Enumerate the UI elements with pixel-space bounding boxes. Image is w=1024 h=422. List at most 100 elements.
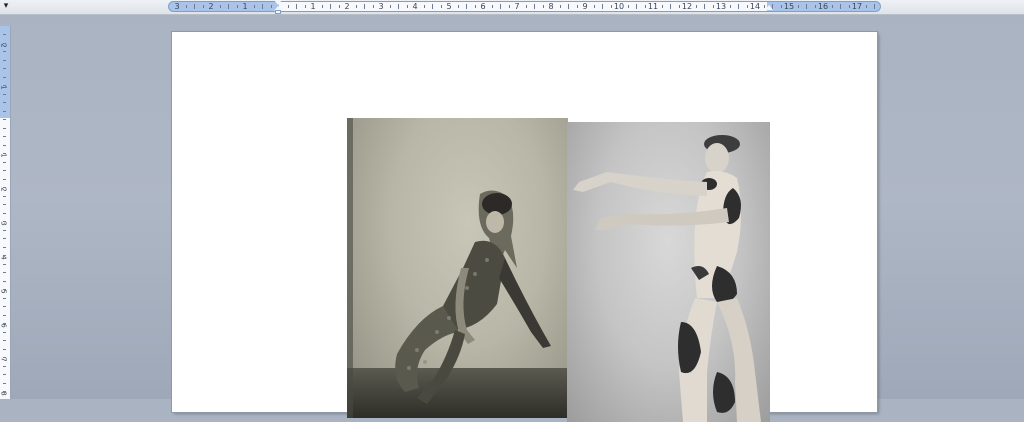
ruler-tick: [330, 4, 331, 9]
vertical-ruler-tick: [3, 213, 6, 214]
ruler-number: 2: [344, 2, 350, 11]
vertical-ruler-tick: [3, 170, 6, 171]
ruler-number: 16: [817, 2, 829, 11]
vertical-ruler-tick: [3, 264, 6, 265]
ruler-number: 3: [174, 2, 180, 11]
ruler-tick: [678, 5, 680, 8]
ruler-number: 8: [548, 2, 554, 11]
ruler-tick: [440, 5, 442, 8]
ruler-tick: [738, 4, 739, 9]
ruler-tick: [568, 4, 569, 9]
ruler-tick: [797, 5, 799, 8]
vertical-ruler-tick: [3, 43, 6, 44]
ruler-number: 11: [647, 2, 659, 11]
vertical-ruler-tick: [3, 119, 6, 120]
vertical-ruler-tick: [3, 85, 6, 86]
vertical-ruler-tick: [3, 298, 6, 299]
ruler-tick: [670, 4, 671, 9]
ruler-tick: [185, 5, 187, 8]
ruler-text-area: [279, 2, 767, 11]
right-indent-marker[interactable]: [765, 5, 773, 10]
ruler-tick: [746, 5, 748, 8]
ruler-tick: [712, 5, 714, 8]
vertical-ruler-tick: [3, 128, 6, 129]
ruler-number: 12: [681, 2, 693, 11]
ruler-tick: [338, 5, 340, 8]
vertical-ruler-tick: [3, 221, 6, 222]
vertical-ruler-tick: [3, 366, 6, 367]
vertical-ruler-tick: [3, 357, 6, 358]
vertical-ruler-tick: [3, 349, 6, 350]
ruler-tick: [304, 5, 306, 8]
ruler-tick: [534, 4, 535, 9]
ruler-tick: [806, 4, 807, 9]
vertical-ruler-tick: [3, 162, 6, 163]
ruler-tick: [525, 5, 527, 8]
document-page[interactable]: [172, 32, 877, 422]
ruler-tick: [542, 5, 544, 8]
vertical-ruler-tick: [3, 255, 6, 256]
ruler-tick: [253, 5, 255, 8]
ruler-tick: [780, 5, 782, 8]
ruler-number: 9: [582, 2, 588, 11]
ruler-tick: [202, 5, 204, 8]
vertical-ruler[interactable]: 2112345678: [0, 26, 11, 399]
vertical-ruler-tick: [3, 196, 6, 197]
ruler-tick: [474, 5, 476, 8]
ruler-tick: [296, 4, 297, 9]
first-line-indent-marker[interactable]: [274, 0, 282, 5]
ruler-number: 7: [514, 2, 520, 11]
ruler-tick: [219, 5, 221, 8]
vertical-ruler-tick: [3, 383, 6, 384]
ruler-number: 3: [378, 2, 384, 11]
ruler-tick: [364, 4, 365, 9]
vertical-ruler-tick: [3, 179, 6, 180]
left-indent-marker[interactable]: [275, 10, 281, 14]
vertical-ruler-tick: [3, 374, 6, 375]
ruler-tick: [831, 5, 833, 8]
ruler-tick: [389, 5, 391, 8]
ruler-tick: [262, 4, 263, 9]
horizontal-ruler-strip: ▾ 3 2 1 1 2 3 4 5 6 7 8 9 10 11 12 13 14 15 16 17: [0, 0, 1024, 15]
dancer-gesturing-photo[interactable]: [567, 122, 770, 422]
ruler-tick: [491, 5, 493, 8]
ruler-tick: [355, 5, 357, 8]
ruler-tick: [270, 5, 272, 8]
dancer-kneeling-figure: [347, 118, 568, 418]
ruler-number: 2: [208, 2, 214, 11]
ruler-tick: [610, 5, 612, 8]
vertical-ruler-tick: [3, 340, 6, 341]
ruler-tick: [432, 4, 433, 9]
vertical-ruler-tick: [3, 145, 6, 146]
vertical-ruler-tick: [3, 272, 6, 273]
ruler-tick: [865, 5, 867, 8]
ruler-number: 10: [613, 2, 625, 11]
ruler-tick: [508, 5, 510, 8]
ruler-tick: [695, 5, 697, 8]
ruler-tick: [321, 5, 323, 8]
dancer-kneeling-photo[interactable]: [347, 118, 568, 418]
vertical-ruler-tick: [3, 289, 6, 290]
vertical-ruler-tick: [3, 136, 6, 137]
vertical-ruler-tick: [3, 230, 6, 231]
ruler-tick: [576, 5, 578, 8]
ruler-tick: [840, 4, 841, 9]
vertical-ruler-tick: [3, 60, 6, 61]
vertical-ruler-tick: [3, 315, 6, 316]
vertical-ruler-tick: [3, 391, 6, 392]
ruler-tick: [287, 5, 289, 8]
ruler-tick: [398, 4, 399, 9]
vertical-ruler-tick: [3, 153, 6, 154]
vertical-ruler-tick: [3, 34, 6, 35]
vertical-ruler-tick: [3, 51, 6, 52]
ruler-number: 13: [715, 2, 727, 11]
tab-selector-button[interactable]: ▾: [0, 0, 12, 13]
ruler-tick: [627, 5, 629, 8]
ruler-tick: [814, 5, 816, 8]
ruler-number: 14: [749, 2, 761, 11]
ruler-number: 15: [783, 2, 795, 11]
ruler-tick: [500, 4, 501, 9]
ruler-tick: [228, 4, 229, 9]
ruler-number: 4: [412, 2, 418, 11]
ruler-tick: [236, 5, 238, 8]
